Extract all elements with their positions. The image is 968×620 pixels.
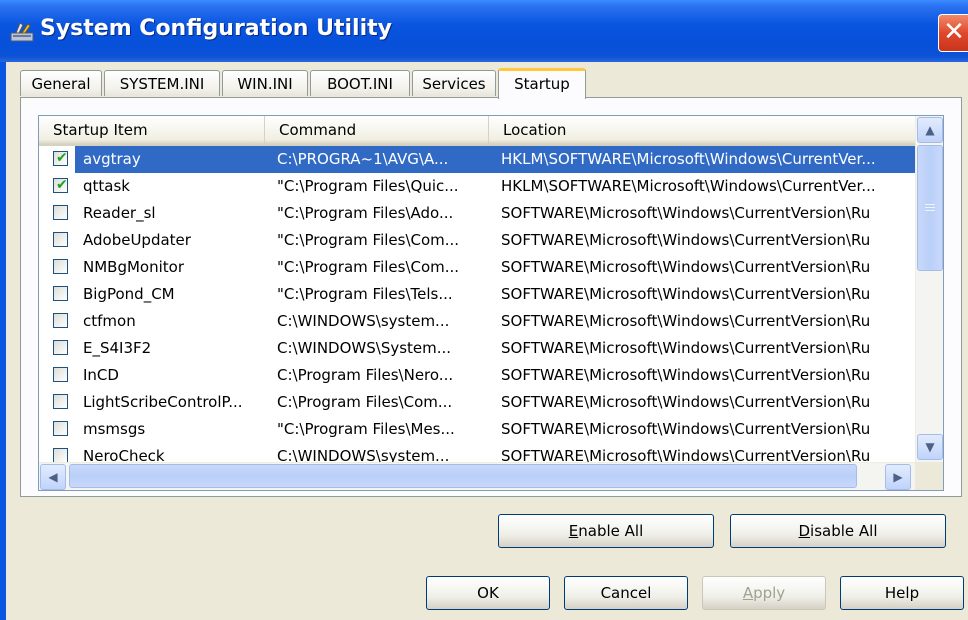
window-frame-left <box>0 62 6 620</box>
startup-item-location: SOFTWARE\Microsoft\Windows\CurrentVersio… <box>501 312 871 330</box>
startup-item-command: "C:\Program Files\Ado... <box>277 204 454 222</box>
startup-item-command: C:\Program Files\Com... <box>277 393 453 411</box>
grip-line <box>925 207 935 208</box>
startup-item-location: SOFTWARE\Microsoft\Windows\CurrentVersio… <box>501 393 871 411</box>
startup-item-location: SOFTWARE\Microsoft\Windows\CurrentVersio… <box>501 339 871 357</box>
help-button[interactable]: Help <box>840 576 964 610</box>
cancel-button[interactable]: Cancel <box>564 576 688 610</box>
horizontal-scroll-thumb[interactable] <box>69 464 857 488</box>
startup-item-location: SOFTWARE\Microsoft\Windows\CurrentVersio… <box>501 420 871 438</box>
tab-boot-ini[interactable]: BOOT.INI <box>310 70 410 96</box>
startup-item-name: BigPond_CM <box>83 285 175 303</box>
startup-items-list: Startup Item Command Location ✔ avgtray C:… <box>38 115 944 491</box>
startup-item-name: NMBgMonitor <box>83 258 184 276</box>
startup-item-location: SOFTWARE\Microsoft\Windows\CurrentVersio… <box>501 366 871 384</box>
startup-item-location: SOFTWARE\Microsoft\Windows\CurrentVersio… <box>501 285 871 303</box>
tab-win-ini[interactable]: WIN.INI <box>222 70 308 96</box>
startup-item-location: SOFTWARE\Microsoft\Windows\CurrentVersio… <box>501 258 871 276</box>
startup-item-command: C:\WINDOWS\System... <box>277 339 452 357</box>
startup-item-checkbox[interactable] <box>53 448 68 463</box>
column-header-location[interactable]: Location <box>489 116 915 144</box>
startup-item-checkbox[interactable] <box>53 340 68 355</box>
startup-item-checkbox[interactable]: ✔ <box>53 177 68 193</box>
list-item[interactable]: E_S4I3F2 C:\WINDOWS\System... SOFTWARE\Mic… <box>39 335 915 362</box>
startup-item-name: InCD <box>83 366 119 384</box>
list-item[interactable]: InCD C:\Program Files\Nero... SOFTWARE\Mic… <box>39 362 915 389</box>
arrow-right-icon: ▶ <box>893 470 903 484</box>
list-item[interactable]: NMBgMonitor "C:\Program Files\Com... SOFTW… <box>39 254 915 281</box>
startup-item-checkbox[interactable] <box>53 259 68 274</box>
window-title: System Configuration Utility <box>40 16 392 41</box>
vertical-scroll-thumb[interactable] <box>917 145 943 271</box>
startup-item-checkbox[interactable] <box>53 421 68 436</box>
enable-all-button[interactable]: Enable All <box>498 514 714 548</box>
startup-item-checkbox[interactable] <box>53 394 68 409</box>
startup-item-checkbox[interactable] <box>53 232 68 247</box>
scroll-right-button[interactable]: ▶ <box>885 464 911 490</box>
checkmark-icon: ✔ <box>56 177 68 193</box>
startup-item-name: ctfmon <box>83 312 136 330</box>
startup-item-checkbox[interactable] <box>53 286 68 301</box>
arrow-up-icon: ▲ <box>925 123 935 137</box>
tab-startup[interactable]: Startup <box>498 68 586 99</box>
startup-item-checkbox[interactable] <box>53 313 68 328</box>
tab-general[interactable]: General <box>20 70 102 96</box>
startup-item-name: AdobeUpdater <box>83 231 191 249</box>
startup-item-checkbox[interactable] <box>53 205 68 220</box>
startup-item-command: C:\PROGRA~1\AVG\A... <box>277 150 449 168</box>
list-item[interactable]: ✔ avgtray C:\PROGRA~1\AVG\A... HKLM\SOFTWAR… <box>39 146 915 173</box>
apply-button[interactable]: Apply <box>702 576 826 610</box>
scroll-down-button[interactable]: ▼ <box>917 434 943 460</box>
startup-item-name: msmsgs <box>83 420 146 438</box>
horizontal-scrollbar[interactable]: ◀ ▶ <box>39 462 915 490</box>
startup-item-checkbox[interactable] <box>53 367 68 382</box>
startup-item-name: Reader_sl <box>83 204 156 222</box>
scrollbar-corner <box>915 462 943 490</box>
list-item[interactable]: ✔ qttask "C:\Program Files\Quic... HKLM\SOF… <box>39 173 915 200</box>
list-item[interactable]: BigPond_CM "C:\Program Files\Tels... SOFTW… <box>39 281 915 308</box>
close-icon: ✕ <box>943 17 965 47</box>
list-item[interactable]: msmsgs "C:\Program Files\Mes... SOFTWARE\M… <box>39 416 915 443</box>
tab-system-ini[interactable]: SYSTEM.INI <box>104 70 220 96</box>
startup-item-command: "C:\Program Files\Com... <box>277 231 460 249</box>
startup-item-name: E_S4I3F2 <box>83 339 152 357</box>
list-item[interactable]: Reader_sl "C:\Program Files\Ado... SOFTWAR… <box>39 200 915 227</box>
startup-item-location: SOFTWARE\Microsoft\Windows\CurrentVersio… <box>501 231 871 249</box>
scroll-up-button[interactable]: ▲ <box>917 117 943 143</box>
startup-item-location: HKLM\SOFTWARE\Microsoft\Windows\CurrentV… <box>501 150 876 168</box>
grip-line <box>925 204 935 205</box>
startup-item-checkbox[interactable]: ✔ <box>53 150 68 166</box>
title-bar[interactable]: System Configuration Utility ✕ <box>0 0 968 62</box>
column-header-command[interactable]: Command <box>265 116 489 144</box>
checkmark-icon: ✔ <box>56 150 68 166</box>
startup-item-command: "C:\Program Files\Quic... <box>277 177 459 195</box>
startup-item-command: C:\WINDOWS\system... <box>277 312 450 330</box>
tab-services[interactable]: Services <box>412 70 496 96</box>
startup-item-name: LightScribeControlP... <box>83 393 243 411</box>
scroll-left-button[interactable]: ◀ <box>40 464 66 490</box>
startup-item-command: "C:\Program Files\Mes... <box>277 420 455 438</box>
list-header: Startup Item Command Location <box>39 116 915 146</box>
startup-item-location: HKLM\SOFTWARE\Microsoft\Windows\CurrentV… <box>501 177 876 195</box>
system-configuration-window: System Configuration Utility ✕ General S… <box>0 0 968 620</box>
startup-item-command: "C:\Program Files\Tels... <box>277 285 453 303</box>
arrow-down-icon: ▼ <box>925 440 935 454</box>
startup-item-name: qttask <box>83 177 130 195</box>
startup-item-name: avgtray <box>83 150 141 168</box>
vertical-scrollbar[interactable]: ▲ ▼ <box>915 116 943 462</box>
arrow-left-icon: ◀ <box>48 470 58 484</box>
column-header-startup-item[interactable]: Startup Item <box>39 116 265 144</box>
startup-item-command: C:\Program Files\Nero... <box>277 366 454 384</box>
grip-line <box>925 210 935 211</box>
list-item[interactable]: ctfmon C:\WINDOWS\system... SOFTWARE\Micro… <box>39 308 915 335</box>
startup-item-location: SOFTWARE\Microsoft\Windows\CurrentVersio… <box>501 204 871 222</box>
startup-item-command: "C:\Program Files\Com... <box>277 258 460 276</box>
list-item[interactable]: LightScribeControlP... C:\Program Files\C… <box>39 389 915 416</box>
ok-button[interactable]: OK <box>426 576 550 610</box>
list-item[interactable]: AdobeUpdater "C:\Program Files\Com... SOFT… <box>39 227 915 254</box>
close-button[interactable]: ✕ <box>938 14 968 52</box>
msconfig-app-icon <box>10 22 34 42</box>
disable-all-button[interactable]: Disable All <box>730 514 946 548</box>
